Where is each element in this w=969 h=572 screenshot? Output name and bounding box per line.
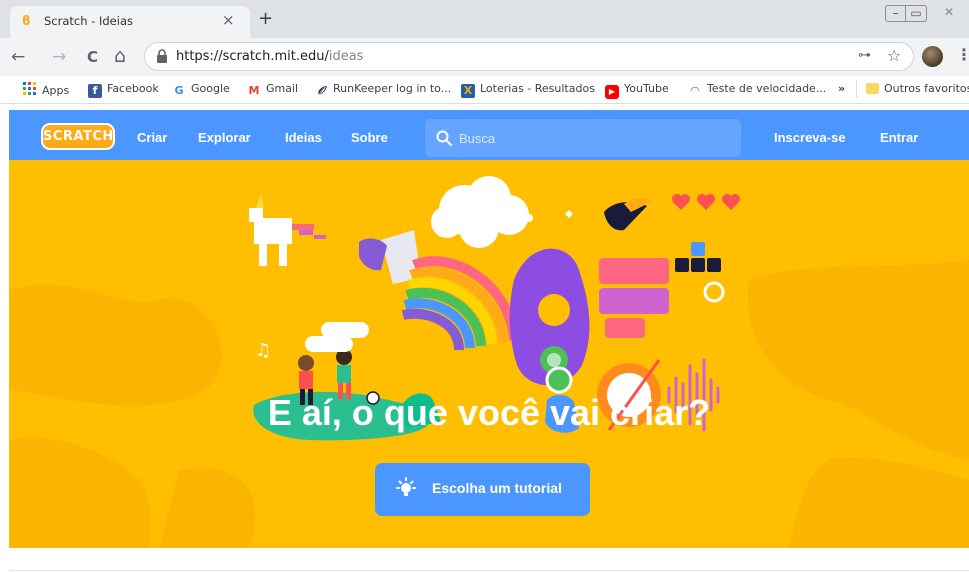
browser-tab-strip: ϐ Scratch - Ideias × + – ▭ ✕ xyxy=(0,0,969,38)
window-close-button[interactable]: ✕ xyxy=(935,5,963,22)
bookmark-label: Gmail xyxy=(266,82,299,95)
gmail-icon: M xyxy=(248,84,260,97)
nav-criar[interactable]: Criar xyxy=(137,130,167,145)
search-input[interactable] xyxy=(459,129,729,147)
unicorn-icon xyxy=(249,194,326,266)
google-icon: G xyxy=(174,84,184,97)
search-box[interactable] xyxy=(425,119,741,157)
profile-avatar[interactable] xyxy=(922,46,943,67)
apps-grid-icon xyxy=(23,82,36,95)
bookmarks-bar: Apps f Facebook G Google M Gmail 𝒪 RunKeeper… xyxy=(0,76,969,104)
forward-button[interactable]: → xyxy=(52,47,66,67)
hero-title: E aí, o que você vai criar? xyxy=(267,392,711,433)
bookmark-speedtest[interactable]: ◠ Teste de velocidade... xyxy=(688,82,827,98)
bookmark-loterias[interactable]: X Loterias - Resultados xyxy=(461,82,595,98)
window-maximize-button[interactable]: ▭ xyxy=(906,5,927,22)
tab-title: Scratch - Ideias xyxy=(44,14,133,28)
bookmark-label: Google xyxy=(191,82,230,95)
folder-icon xyxy=(866,83,879,94)
key-icon[interactable]: ⊶ xyxy=(858,48,871,63)
nav-entrar[interactable]: Entrar xyxy=(880,130,918,145)
bookmark-apps-label: Apps xyxy=(42,84,70,97)
page-viewport: SCRATCH Criar Explorar Ideias Sobre Insc… xyxy=(0,104,969,572)
bookmarks-divider xyxy=(856,80,857,98)
nav-explorar[interactable]: Explorar xyxy=(198,130,251,145)
window-minimize-button[interactable]: – xyxy=(885,5,906,22)
facebook-icon: f xyxy=(88,84,102,98)
bookmark-gmail[interactable]: M Gmail xyxy=(247,82,299,98)
bookmark-label: Outros favoritos xyxy=(884,82,969,95)
bookmark-label: YouTube xyxy=(624,82,669,95)
hearts-icon xyxy=(672,194,740,210)
sparkle-icons xyxy=(525,210,573,222)
youtube-icon: ▶ xyxy=(605,85,619,99)
spiral-icon xyxy=(703,281,725,303)
bookmarks-overflow-button[interactable]: » xyxy=(838,82,845,95)
bookmark-facebook[interactable]: f Facebook xyxy=(88,82,159,98)
bookmark-label: Facebook xyxy=(107,82,159,95)
music-notes-icon: ♫ xyxy=(255,340,271,361)
back-button[interactable]: ← xyxy=(11,47,25,67)
nav-ideias[interactable]: Ideias xyxy=(285,130,322,145)
purple-blob-shape xyxy=(509,248,590,386)
home-button[interactable]: ⌂ xyxy=(114,45,126,67)
speech-bubbles xyxy=(305,322,369,352)
cloud-icon xyxy=(431,176,529,248)
scratch-logo[interactable]: SCRATCH xyxy=(41,123,115,150)
bookmark-youtube[interactable]: ▶ YouTube xyxy=(605,82,669,99)
nav-sobre[interactable]: Sobre xyxy=(351,130,388,145)
browser-menu-icon[interactable]: ⋮ xyxy=(956,45,969,64)
browser-toolbar: ← → C ⌂ https://scratch.mit.edu/ideas ⊶ … xyxy=(0,38,969,76)
new-tab-button[interactable]: + xyxy=(258,8,273,29)
bookmark-google[interactable]: G Google xyxy=(172,82,230,98)
bookmark-label: Loterias - Resultados xyxy=(480,82,595,95)
reload-button[interactable]: C xyxy=(87,48,98,66)
loterias-icon: X xyxy=(461,84,475,98)
nav-inscreva-se[interactable]: Inscreva-se xyxy=(774,130,846,145)
runkeeper-icon: 𝒪 xyxy=(317,84,325,97)
scratch-navbar: SCRATCH Criar Explorar Ideias Sobre Insc… xyxy=(9,110,969,160)
rainbow-stream xyxy=(401,256,519,351)
url-text: https://scratch.mit.edu/ideas xyxy=(176,49,364,64)
section-divider xyxy=(9,570,969,571)
choose-tutorial-button[interactable]: Escolha um tutorial xyxy=(375,463,590,516)
speedtest-icon: ◠ xyxy=(690,84,700,97)
bookmark-label: Teste de velocidade... xyxy=(707,82,827,95)
tab-close-icon[interactable]: × xyxy=(222,11,235,29)
address-bar[interactable]: https://scratch.mit.edu/ideas ⊶ ☆ xyxy=(144,42,914,71)
bookmark-other-favorites[interactable]: Outros favoritos xyxy=(866,82,969,95)
lock-icon xyxy=(157,49,167,63)
lightbulb-icon xyxy=(396,477,416,496)
svg-text:♫: ♫ xyxy=(255,340,271,361)
bookmark-star-icon[interactable]: ☆ xyxy=(887,46,901,65)
bookmark-runkeeper[interactable]: 𝒪 RunKeeper log in to... xyxy=(314,82,452,98)
arrow-keys-icon xyxy=(675,242,721,272)
code-blocks-icon xyxy=(599,258,669,338)
hero-banner: ♫ E aí, o que você vai criar? Escolha um… xyxy=(9,160,969,548)
browser-tab[interactable]: ϐ Scratch - Ideias × xyxy=(10,6,250,38)
toucan-icon xyxy=(604,198,651,231)
bookmark-apps[interactable]: Apps xyxy=(23,82,69,97)
choose-tutorial-label: Escolha um tutorial xyxy=(432,480,562,496)
scratch-favicon-icon: ϐ xyxy=(22,14,31,29)
bookmark-label: RunKeeper log in to... xyxy=(333,82,452,95)
search-icon xyxy=(436,130,452,146)
